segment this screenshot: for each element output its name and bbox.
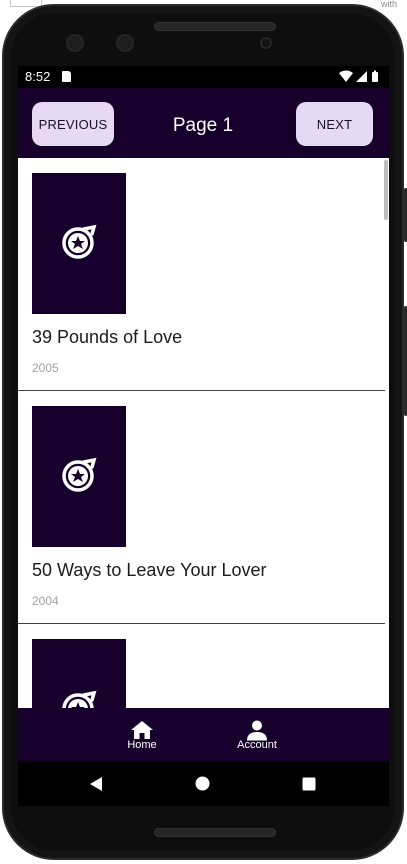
back-icon[interactable] <box>89 776 103 792</box>
status-time: 8:52 <box>25 69 51 84</box>
movie-list-item[interactable]: 50 Ways to Leave Your Lover 2004 <box>18 391 385 624</box>
bottom-navigation: Home Account <box>18 708 389 761</box>
wifi-icon <box>339 70 353 82</box>
nav-account[interactable]: Account <box>222 708 292 761</box>
movie-list[interactable]: 39 Pounds of Love 2005 50 Ways to Leave … <box>18 158 389 708</box>
front-sensor <box>66 34 84 52</box>
nav-home[interactable]: Home <box>107 708 177 761</box>
app-screen: 8:52 PREVIOUS Page 1 NEXT 39 Pounds of L… <box>18 66 389 806</box>
nav-account-label: Account <box>237 739 277 751</box>
system-navigation-bar <box>18 761 389 806</box>
cell-signal-icon <box>356 71 367 82</box>
list-scrollbar[interactable] <box>384 160 388 220</box>
movie-year: 2004 <box>32 594 59 608</box>
movie-title: 50 Ways to Leave Your Lover <box>32 560 267 580</box>
movie-poster <box>32 406 126 547</box>
movie-year: 2005 <box>32 361 59 375</box>
previous-button[interactable]: PREVIOUS <box>32 102 114 146</box>
nav-home-label: Home <box>127 739 157 751</box>
sd-card-icon <box>62 71 71 82</box>
top-app-bar: PREVIOUS Page 1 NEXT <box>18 88 389 158</box>
proximity-sensor <box>260 37 272 49</box>
page-title: Page 1 <box>172 115 234 136</box>
film-reel-icon <box>62 690 97 708</box>
movie-list-item[interactable] <box>18 624 385 708</box>
movie-title: 39 Pounds of Love <box>32 327 183 347</box>
film-reel-icon <box>62 224 97 259</box>
earpiece-speaker <box>154 22 276 31</box>
home-icon <box>131 721 153 739</box>
battery-icon <box>372 70 378 82</box>
movie-poster <box>32 639 126 708</box>
status-bar: 8:52 <box>18 66 389 88</box>
bottom-speaker <box>154 828 276 837</box>
film-reel-icon <box>62 457 97 492</box>
home-circle-icon[interactable] <box>195 776 210 791</box>
recents-icon[interactable] <box>302 777 316 791</box>
background-window-text: with <box>380 0 397 9</box>
movie-list-item[interactable]: 39 Pounds of Love 2005 <box>18 158 385 391</box>
account-icon <box>247 720 267 741</box>
front-camera <box>116 34 134 52</box>
movie-poster <box>32 173 126 314</box>
next-button[interactable]: NEXT <box>296 102 373 146</box>
status-icons <box>339 70 378 82</box>
